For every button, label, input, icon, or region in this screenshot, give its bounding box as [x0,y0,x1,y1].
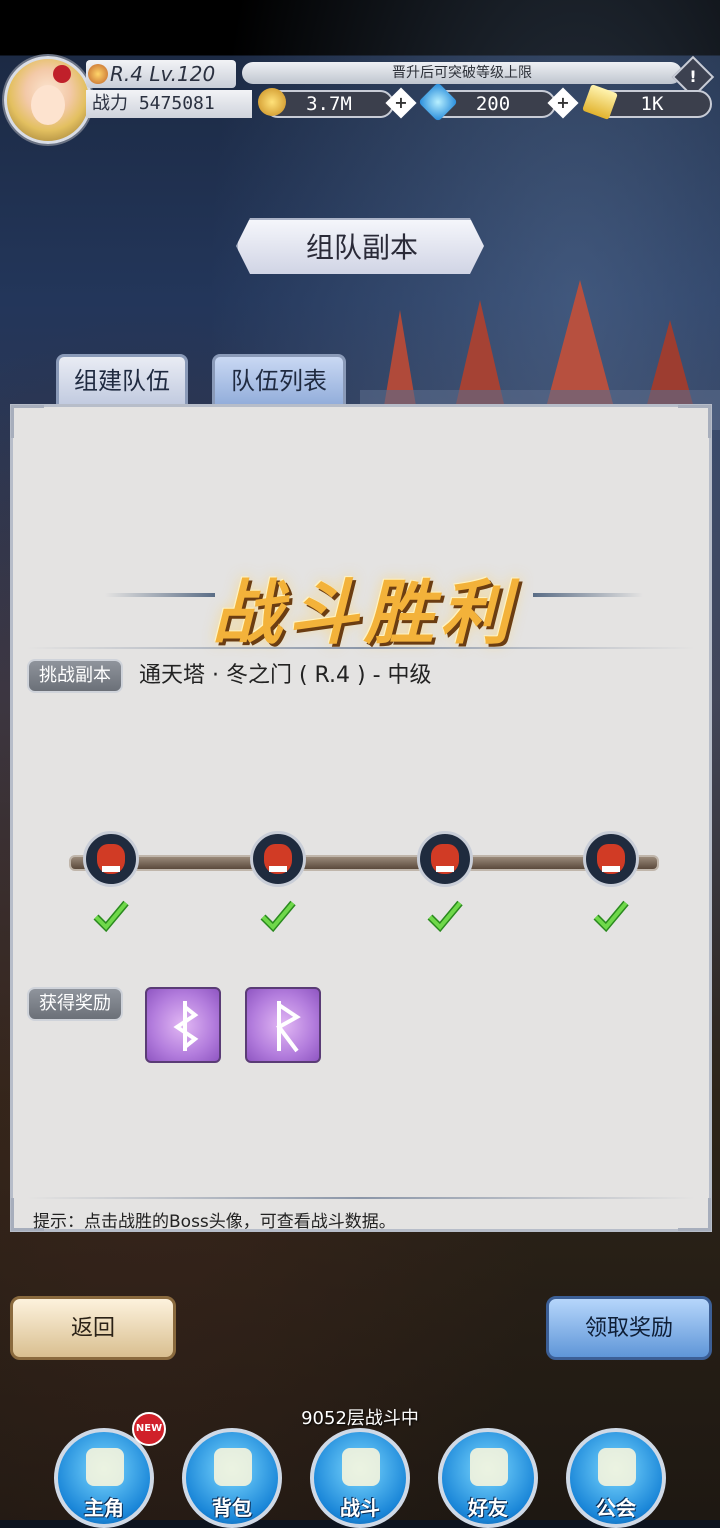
gem-currency: 200 [418,82,556,122]
victory-banner: 战斗胜利 [13,557,715,658]
bottom-nav: 主角 背包 战斗 好友 公会 [0,1420,720,1528]
nav-battle-label: 战斗 [340,1496,380,1520]
crossed-swords-icon [342,1448,380,1486]
rank-badge-icon [88,64,108,84]
player-avatar[interactable] [4,56,92,144]
victory-text: 战斗胜利 [212,572,516,654]
tab-create-team[interactable]: 组建队伍 [56,354,188,404]
gold-amount: 3.7M [306,93,352,115]
crystal-currency: 1K [582,84,712,120]
orc-teeth [436,866,454,872]
check-icon [593,900,629,933]
gem-amount: 200 [475,93,511,115]
result-panel: 战斗胜利 挑战副本 通天塔 · 冬之门 ( R.4 ) - 中级 获得奖励 提示… [10,404,712,1232]
handshake-icon [470,1448,508,1486]
crystal-amount: 1K [640,93,664,115]
boss-avatar-2[interactable] [250,831,306,887]
rank-row: R.4 Lv.120 晋升后可突破等级上限 ! [86,55,716,99]
claim-reward-button[interactable]: 领取奖励 [546,1296,712,1360]
reward-item-1[interactable] [145,987,221,1063]
gold-coin-icon [258,88,286,116]
rank-level: R.4 Lv.120 [86,60,236,88]
panel-corner [678,405,711,438]
rank-level-text: R.4 Lv.120 [110,62,216,86]
reward-item-2[interactable] [245,987,321,1063]
power-value: 5475081 [138,93,215,114]
orc-teeth [102,866,120,872]
hero-helmet-icon [86,1448,124,1486]
nav-hero-label: 主角 [84,1496,124,1520]
rewards-label: 获得奖励 [27,987,123,1021]
orc-teeth [602,866,620,872]
rank-hint-bar[interactable]: 晋升后可突破等级上限 [242,62,682,84]
gold-currency: 3.7M [258,88,394,118]
back-button[interactable]: 返回 [10,1296,176,1360]
boss-avatar-1[interactable] [83,831,139,887]
nav-friends[interactable]: 好友 [438,1428,538,1528]
nav-friends-label: 好友 [468,1496,508,1520]
challenge-label: 挑战副本 [27,659,123,693]
nav-backpack[interactable]: 背包 [182,1428,282,1528]
boss-avatar-3[interactable] [417,831,473,887]
nav-guild-label: 公会 [596,1496,636,1520]
page-title: 组队副本 [236,218,484,274]
yellow-crystal-icon [582,84,618,120]
tab-team-list[interactable]: 队伍列表 [212,354,346,404]
avatar-face [31,85,65,125]
orc-teeth [269,866,287,872]
add-gem-button[interactable]: + [547,87,579,119]
tip-text: 提示：点击战胜的Boss头像，可查看战斗数据。 [33,1212,396,1232]
add-gold-button[interactable]: + [385,87,417,119]
rune-b-icon [173,1001,199,1051]
check-icon [427,900,463,933]
rune-r-icon [276,1001,301,1053]
new-badge: NEW [132,1412,166,1446]
dungeon-name: 通天塔 · 冬之门 ( R.4 ) - 中级 [139,663,432,688]
nav-backpack-label: 背包 [212,1496,252,1520]
divider [27,647,695,649]
divider [27,1197,695,1199]
nav-guild[interactable]: 公会 [566,1428,666,1528]
power-label: 战力 [92,93,128,114]
nav-battle[interactable]: 战斗 [310,1428,410,1528]
rose-icon [53,65,71,83]
combat-power: 战力 5475081 [86,90,252,118]
power-row: 战力 5475081 3.7M + 200 + 1K [86,82,716,122]
backpack-icon [214,1448,252,1486]
check-icon [93,900,129,933]
panel-corner [11,405,44,438]
guild-crest-icon [598,1448,636,1486]
panel-corner [678,1198,711,1231]
check-icon [260,900,296,933]
boss-avatar-4[interactable] [583,831,639,887]
progress-track [69,855,659,871]
